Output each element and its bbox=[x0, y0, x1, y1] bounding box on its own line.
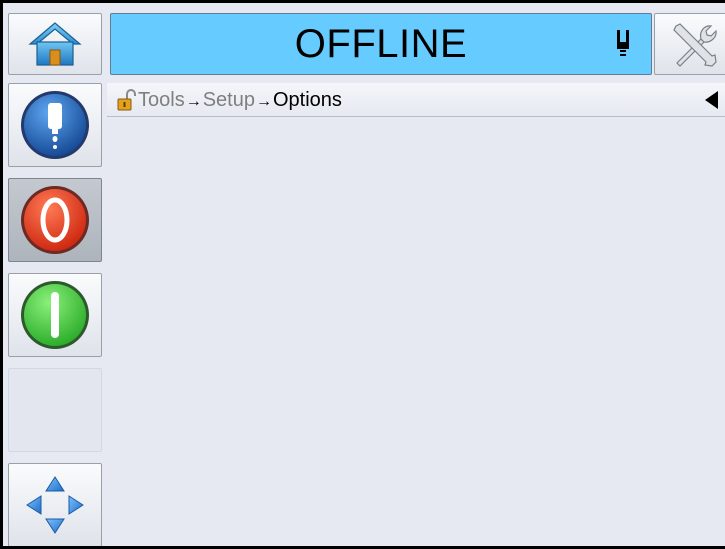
breadcrumb-options: Options bbox=[272, 89, 342, 111]
ink-cartridge-icon bbox=[21, 91, 89, 159]
start-icon bbox=[21, 281, 89, 349]
breadcrumb-tools[interactable]: Tools bbox=[138, 89, 185, 111]
navigation-arrows-icon bbox=[26, 476, 84, 534]
padlock-open-icon[interactable] bbox=[117, 89, 137, 111]
printer-status-text: OFFLINE bbox=[294, 22, 468, 66]
printer-status-bar[interactable]: OFFLINE bbox=[110, 13, 652, 75]
breadcrumb: Tools→Setup→Options bbox=[107, 83, 725, 117]
tools-icon bbox=[673, 23, 717, 67]
stop-printer-button[interactable] bbox=[8, 178, 102, 262]
tools-button[interactable] bbox=[654, 13, 725, 75]
breadcrumb-separator: → bbox=[255, 93, 272, 110]
home-button[interactable] bbox=[8, 13, 102, 75]
home-icon bbox=[28, 22, 82, 66]
breadcrumb-separator: → bbox=[185, 93, 202, 110]
printhead-icon bbox=[617, 30, 629, 56]
breadcrumb-path: Tools→Setup→Options bbox=[138, 89, 342, 113]
stop-icon bbox=[21, 186, 89, 254]
breadcrumb-setup[interactable]: Setup bbox=[203, 89, 255, 111]
navigation-button[interactable] bbox=[8, 463, 102, 546]
collapse-panel-icon[interactable] bbox=[705, 91, 718, 109]
printer-screen: OFFLINE Tools→Setup→Options bbox=[0, 0, 725, 549]
empty-sidebar-slot bbox=[8, 368, 102, 452]
ink-system-button[interactable] bbox=[8, 83, 102, 167]
options-content-area bbox=[107, 118, 725, 546]
start-printer-button[interactable] bbox=[8, 273, 102, 357]
